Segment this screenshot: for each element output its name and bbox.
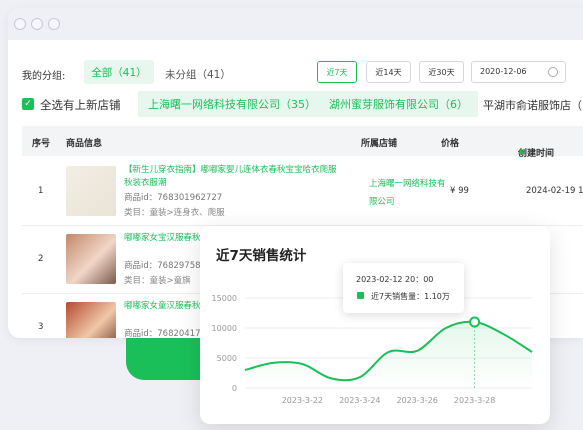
window-close-icon[interactable] (14, 18, 26, 30)
row-index: 2 (38, 254, 44, 264)
col-product: 商品信息 (66, 139, 103, 149)
table-header: 序号 商品信息 所属店铺 价格 创建时间 ▲ (22, 126, 583, 159)
series-area (245, 321, 532, 388)
product-category: 类目：童装>连身衣、爬服 (124, 208, 225, 218)
group-all-chip[interactable]: 全部（41） (84, 60, 154, 84)
product-created-time: 2024-02-19 1 (526, 186, 583, 196)
range-30d-button[interactable]: 近30天 (419, 61, 464, 83)
clock-icon (548, 67, 558, 77)
product-thumbnail[interactable] (66, 302, 116, 338)
store-chip-shanghai[interactable]: 上海曙一网络科技有限公司（35） (138, 91, 326, 117)
group-ungrouped-chip[interactable]: 未分组（41） (165, 67, 231, 82)
x-tick-label: 2023-3-24 (339, 396, 380, 405)
y-tick-label: 5000 (217, 354, 237, 363)
x-tick-label: 2023-3-26 (396, 396, 437, 405)
filter-bar: 我的分组: 全部（41） 未分组（41） 近7天 近14天 近30天 2020-… (8, 58, 583, 88)
y-tick-label: 10000 (212, 324, 237, 333)
range-14d-button[interactable]: 近14天 (366, 61, 411, 83)
select-all-checkbox[interactable]: ✓ (22, 98, 34, 110)
y-tick-label: 0 (232, 384, 237, 393)
group-label: 我的分组: (22, 71, 66, 82)
product-id: 商品id：76820417 (124, 329, 201, 338)
col-index: 序号 (32, 139, 51, 149)
row-index: 3 (38, 322, 44, 332)
product-category: 类目：童装>童旗 (124, 276, 191, 286)
product-thumbnail[interactable] (66, 166, 116, 216)
x-tick-label: 2023-3-28 (454, 396, 495, 405)
product-id: 商品id：76829758 (124, 261, 201, 271)
x-tick-label: 2023-3-22 (282, 396, 323, 405)
sales-line-chart: 0 5000 10000 15000 2023-3-22 2023-3-24 2023-3-… (212, 294, 533, 405)
sales-stats-card: 近7天销售统计 0 5000 10000 15000 2023-3-22 2023-3-2… (200, 226, 550, 424)
table-row[interactable]: 1 【新生儿穿衣指南】嘟嘟家婴儿连体衣春秋宝宝哈衣爬服秋装衣服潮 商品id：76… (22, 158, 583, 226)
date-value: 2020-12-06 (480, 67, 527, 76)
store-chip-huzhou[interactable]: 湖州蜜芽服饰有限公司（6） (319, 91, 478, 117)
window-minimize-icon[interactable] (31, 18, 43, 30)
store-bar: ✓ 全选有上新店铺 上海曙一网络科技有限公司（35） 湖州蜜芽服饰有限公司（6）… (8, 91, 583, 117)
tooltip-date: 2023-02-12 20：00 (356, 275, 434, 284)
col-price: 价格 (441, 139, 460, 149)
select-all-label: 全选有上新店铺 (40, 98, 121, 112)
product-price: ¥ 99 (450, 186, 469, 196)
product-thumbnail[interactable] (66, 234, 116, 284)
title-bar (8, 8, 583, 40)
product-name[interactable]: 【新生儿穿衣指南】嘟嘟家婴儿连体衣春秋宝宝哈衣爬服秋装衣服潮 (124, 164, 344, 190)
tooltip-value: 近7天销售量：1.10万 (371, 292, 450, 301)
series-color-swatch (357, 292, 364, 299)
highlight-point (469, 316, 481, 328)
col-shop: 所属店铺 (361, 139, 398, 149)
sort-icon[interactable]: ▲ (518, 146, 524, 155)
window-maximize-icon[interactable] (48, 18, 60, 30)
range-7d-button[interactable]: 近7天 (317, 61, 357, 83)
row-index: 1 (38, 186, 44, 196)
product-shop[interactable]: 上海曙一网络科技有限公司 (369, 175, 449, 211)
store-chip-pinghu[interactable]: 平湖市俞诺服饰店（ (483, 97, 582, 113)
y-tick-label: 15000 (212, 294, 237, 303)
date-picker[interactable]: 2020-12-06 (471, 61, 566, 83)
chart-tooltip: 2023-02-12 20：00 近7天销售量：1.10万 (343, 263, 464, 313)
product-id: 商品id：768301962727 (124, 193, 223, 203)
